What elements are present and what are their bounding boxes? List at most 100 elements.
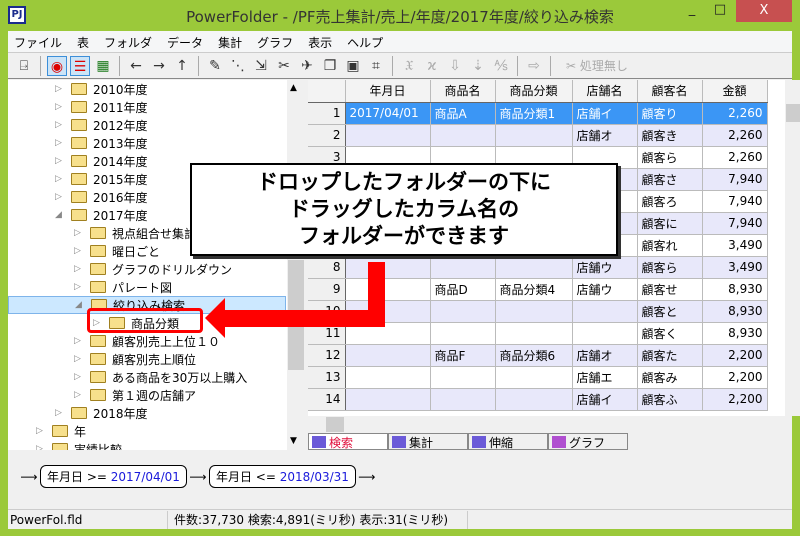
column-header[interactable]: 顧客名 — [637, 80, 703, 103]
table-cell[interactable]: 商品分類6 — [495, 344, 573, 367]
table-cell[interactable]: 店舗イ — [572, 388, 638, 411]
table-cell[interactable] — [345, 256, 431, 279]
table-cell[interactable] — [345, 388, 431, 411]
expanded-icon[interactable]: ◢ — [75, 300, 87, 310]
table-cell[interactable]: 顧客せ — [637, 278, 703, 301]
calendar-button[interactable]: ▣ — [343, 56, 363, 76]
tree-node[interactable]: ▷ 2018年度 — [55, 404, 148, 422]
table-cell[interactable] — [495, 256, 573, 279]
down-arrow-button[interactable]: ⇩ — [445, 56, 465, 76]
table-cell[interactable]: 商品分類4 — [495, 278, 573, 301]
table-cell[interactable] — [495, 300, 573, 323]
table-cell[interactable] — [345, 278, 431, 301]
merge-button[interactable]: ✈ — [297, 56, 317, 76]
ab-button[interactable]: ⅍ — [491, 56, 511, 76]
tree-node[interactable]: ▷ グラフのドリルダウン — [74, 260, 232, 278]
table-cell[interactable]: 8,930 — [702, 278, 768, 301]
menu-item[interactable]: 表示 — [302, 31, 341, 52]
table-cell[interactable]: 7,940 — [702, 190, 768, 213]
copy-button[interactable]: ❐ — [320, 56, 340, 76]
table-row[interactable]: 13 店舗エ 顧客み 2,200 — [308, 366, 768, 389]
close-button[interactable]: X — [736, 0, 792, 22]
collapsed-icon[interactable]: ▷ — [36, 444, 48, 450]
table-cell[interactable] — [430, 366, 496, 389]
table-cell[interactable]: 3,490 — [702, 256, 768, 279]
collapsed-icon[interactable]: ▷ — [74, 336, 86, 346]
table-cell[interactable]: 3,490 — [702, 234, 768, 257]
table-cell[interactable]: 7,940 — [702, 212, 768, 235]
menu-item[interactable]: フォルダ — [98, 31, 161, 52]
filter-button[interactable]: ⋱ — [228, 56, 248, 76]
collapsed-icon[interactable]: ▷ — [55, 84, 67, 94]
table-cell[interactable]: 顧客た — [637, 344, 703, 367]
table-cell[interactable]: 2017/04/01 — [345, 102, 431, 125]
menu-item[interactable]: ヘルプ — [341, 31, 392, 52]
x-button[interactable]: 𝔛 — [399, 56, 419, 76]
table-cell[interactable]: 顧客ら — [637, 256, 703, 279]
table-cell[interactable] — [430, 300, 496, 323]
tree-node[interactable]: ▷ 視点組合せ集計 — [74, 224, 196, 242]
sort-down-button[interactable]: ⇣ — [468, 56, 488, 76]
folder-tree[interactable]: ▷ 2010年度 ▷ 2011年度 ▷ 2012年度 ▷ 2013年度 ▷ 2014年度 ▷ 2015… — [8, 80, 305, 450]
grid-vertical-scrollbar[interactable] — [785, 80, 800, 416]
export-button[interactable]: ⇨ — [524, 56, 544, 76]
collapsed-icon[interactable]: ▷ — [55, 156, 67, 166]
collapsed-icon[interactable]: ▷ — [74, 264, 86, 274]
table-cell[interactable]: 顧客さ — [637, 168, 703, 191]
table-cell[interactable]: 店舗ウ — [572, 278, 638, 301]
processing-button[interactable]: ✂ 処理無し — [557, 56, 637, 76]
table-button[interactable]: ▦ — [93, 56, 113, 76]
table-cell[interactable]: 顧客り — [637, 102, 703, 125]
sort-button[interactable]: ⇲ — [251, 56, 271, 76]
back-button[interactable]: ← — [126, 56, 146, 76]
scroll-down-icon[interactable]: ▼ — [290, 436, 297, 446]
filter-condition[interactable]: 年月日 <= 2018/03/31 — [208, 465, 356, 488]
split-button[interactable]: ✂ — [274, 56, 294, 76]
tree-node[interactable]: ▷ パレート図 — [74, 278, 172, 296]
collapsed-icon[interactable]: ▷ — [36, 426, 48, 436]
tree-node[interactable]: ▷ 顧客別売上順位 — [74, 350, 196, 368]
tree-node[interactable]: ▷ 2016年度 — [55, 188, 148, 206]
table-cell[interactable] — [430, 256, 496, 279]
menu-item[interactable]: グラフ — [251, 31, 302, 52]
table-cell[interactable] — [572, 322, 638, 345]
tree-node[interactable]: ▷ 年 — [36, 422, 86, 440]
table-cell[interactable] — [572, 300, 638, 323]
tree-node[interactable]: ▷ 2010年度 — [55, 80, 148, 98]
table-row[interactable]: 14 店舗イ 顧客ふ 2,200 — [308, 388, 768, 411]
table-cell[interactable]: 店舗オ — [572, 124, 638, 147]
table-cell[interactable]: 2,200 — [702, 344, 768, 367]
tree-node[interactable]: ▷ 曜日ごと — [74, 242, 160, 260]
collapsed-icon[interactable]: ▷ — [55, 138, 67, 148]
tab-1[interactable]: 集計 — [388, 433, 468, 450]
table-row[interactable]: 2 店舗オ 顧客き 2,260 — [308, 124, 768, 147]
collapsed-icon[interactable]: ▷ — [74, 372, 86, 382]
column-header[interactable]: 商品分類 — [495, 80, 573, 103]
table-cell[interactable]: 顧客ろ — [637, 190, 703, 213]
table-cell[interactable]: 2,260 — [702, 124, 768, 147]
collapsed-icon[interactable]: ▷ — [55, 120, 67, 130]
exit-button[interactable]: ⍈ — [14, 56, 34, 76]
table-cell[interactable]: 2,200 — [702, 388, 768, 411]
column-header[interactable]: 金額 — [702, 80, 768, 103]
table-cell[interactable]: 顧客に — [637, 212, 703, 235]
tree-node[interactable]: ▷ 実績比較 — [36, 440, 122, 450]
table-row[interactable]: 1 2017/04/01 商品A 商品分類1 店舗イ 顧客り 2,260 — [308, 102, 768, 125]
table-cell[interactable]: 7,940 — [702, 168, 768, 191]
menu-item[interactable]: 集計 — [212, 31, 251, 52]
table-cell[interactable] — [345, 344, 431, 367]
collapsed-icon[interactable]: ▷ — [74, 282, 86, 292]
menu-item[interactable]: 表 — [71, 31, 98, 52]
table-cell[interactable]: 商品A — [430, 102, 496, 125]
tab-0[interactable]: 検索 — [308, 433, 388, 450]
tree-button[interactable]: ☰ — [70, 55, 90, 76]
table-cell[interactable]: 顧客と — [637, 300, 703, 323]
menu-item[interactable]: データ — [161, 31, 212, 52]
table-cell[interactable]: 8,930 — [702, 300, 768, 323]
table-cell[interactable] — [430, 388, 496, 411]
tree-scrollbar[interactable]: ▲ ▼ — [287, 80, 305, 450]
table-cell[interactable]: 顧客き — [637, 124, 703, 147]
cut-button[interactable]: ✎ — [205, 56, 225, 76]
table-cell[interactable]: 2,260 — [702, 146, 768, 169]
table-cell[interactable]: 店舗イ — [572, 102, 638, 125]
